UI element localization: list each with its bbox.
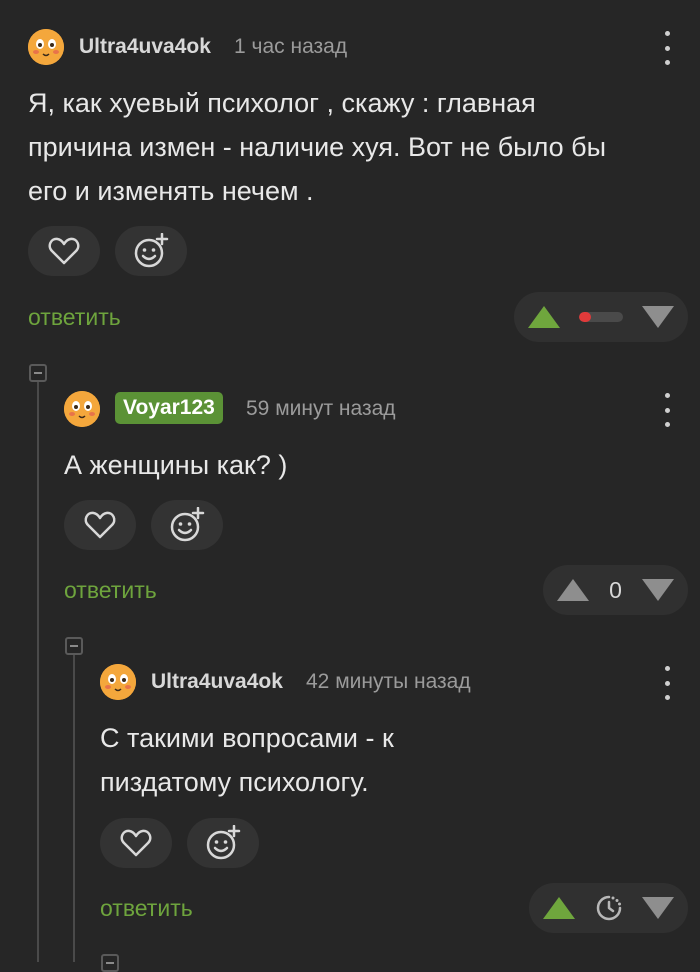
comment-text: С такими вопросами - к пиздатому психоло…: [100, 716, 394, 804]
reply-button[interactable]: ответить: [100, 895, 193, 922]
heart-icon: [120, 829, 152, 857]
reaction-button[interactable]: [187, 818, 259, 868]
collapse-icon[interactable]: [29, 364, 47, 382]
avatar[interactable]: [28, 29, 64, 65]
username[interactable]: Ultra4uva4ok: [151, 670, 283, 694]
timestamp: 42 минуты назад: [306, 670, 471, 693]
heart-icon: [84, 511, 116, 539]
more-vertical-icon[interactable]: [657, 666, 677, 700]
thread-line: [73, 655, 75, 962]
comment-line: Я, как хуевый психолог , скажу : главная: [28, 88, 536, 118]
comment-line: его и изменять нечем .: [28, 176, 314, 206]
rating-control: 0: [543, 565, 688, 615]
downvote-button[interactable]: [642, 897, 674, 919]
rating-control: [514, 292, 688, 342]
comment-line: пиздатому психологу.: [100, 767, 369, 797]
thread-line: [37, 382, 39, 962]
emoji-add-icon: [170, 507, 205, 542]
upvote-button[interactable]: [528, 306, 560, 328]
upvote-button[interactable]: [557, 579, 589, 601]
emoji-add-icon: [134, 233, 169, 268]
more-vertical-icon[interactable]: [657, 31, 677, 65]
rating-bar-fill: [579, 312, 592, 322]
collapse-icon[interactable]: [101, 954, 119, 972]
username-badge[interactable]: Voyar123: [115, 392, 223, 424]
timestamp: 1 час назад: [234, 35, 348, 58]
comment-line: причина измен - наличие хуя. Вот не было…: [28, 132, 607, 162]
collapse-icon[interactable]: [65, 637, 83, 655]
reply-button[interactable]: ответить: [64, 577, 157, 604]
comment-text: А женщины как? ): [64, 443, 287, 487]
like-button[interactable]: [64, 500, 136, 550]
comment-line: С такими вопросами - к: [100, 723, 394, 753]
clock-icon: [596, 895, 621, 921]
like-button[interactable]: [100, 818, 172, 868]
emoji-add-icon: [206, 825, 241, 860]
downvote-button[interactable]: [642, 306, 674, 328]
avatar[interactable]: [64, 391, 100, 427]
avatar[interactable]: [100, 664, 136, 700]
reaction-button[interactable]: [151, 500, 223, 550]
reply-button[interactable]: ответить: [28, 304, 121, 331]
downvote-button[interactable]: [641, 579, 674, 601]
more-vertical-icon[interactable]: [657, 393, 677, 427]
heart-icon: [48, 237, 80, 265]
upvote-button[interactable]: [543, 897, 575, 919]
comment-text: Я, как хуевый психолог , скажу : главная…: [28, 81, 606, 213]
rating-control: [529, 883, 688, 933]
like-button[interactable]: [28, 226, 100, 276]
username[interactable]: Ultra4uva4ok: [79, 35, 211, 59]
comment-line: А женщины как? ): [64, 450, 288, 480]
reaction-button[interactable]: [115, 226, 187, 276]
rating-score: 0: [609, 576, 622, 603]
rating-bar: [579, 312, 623, 322]
timestamp: 59 минут назад: [246, 397, 396, 420]
